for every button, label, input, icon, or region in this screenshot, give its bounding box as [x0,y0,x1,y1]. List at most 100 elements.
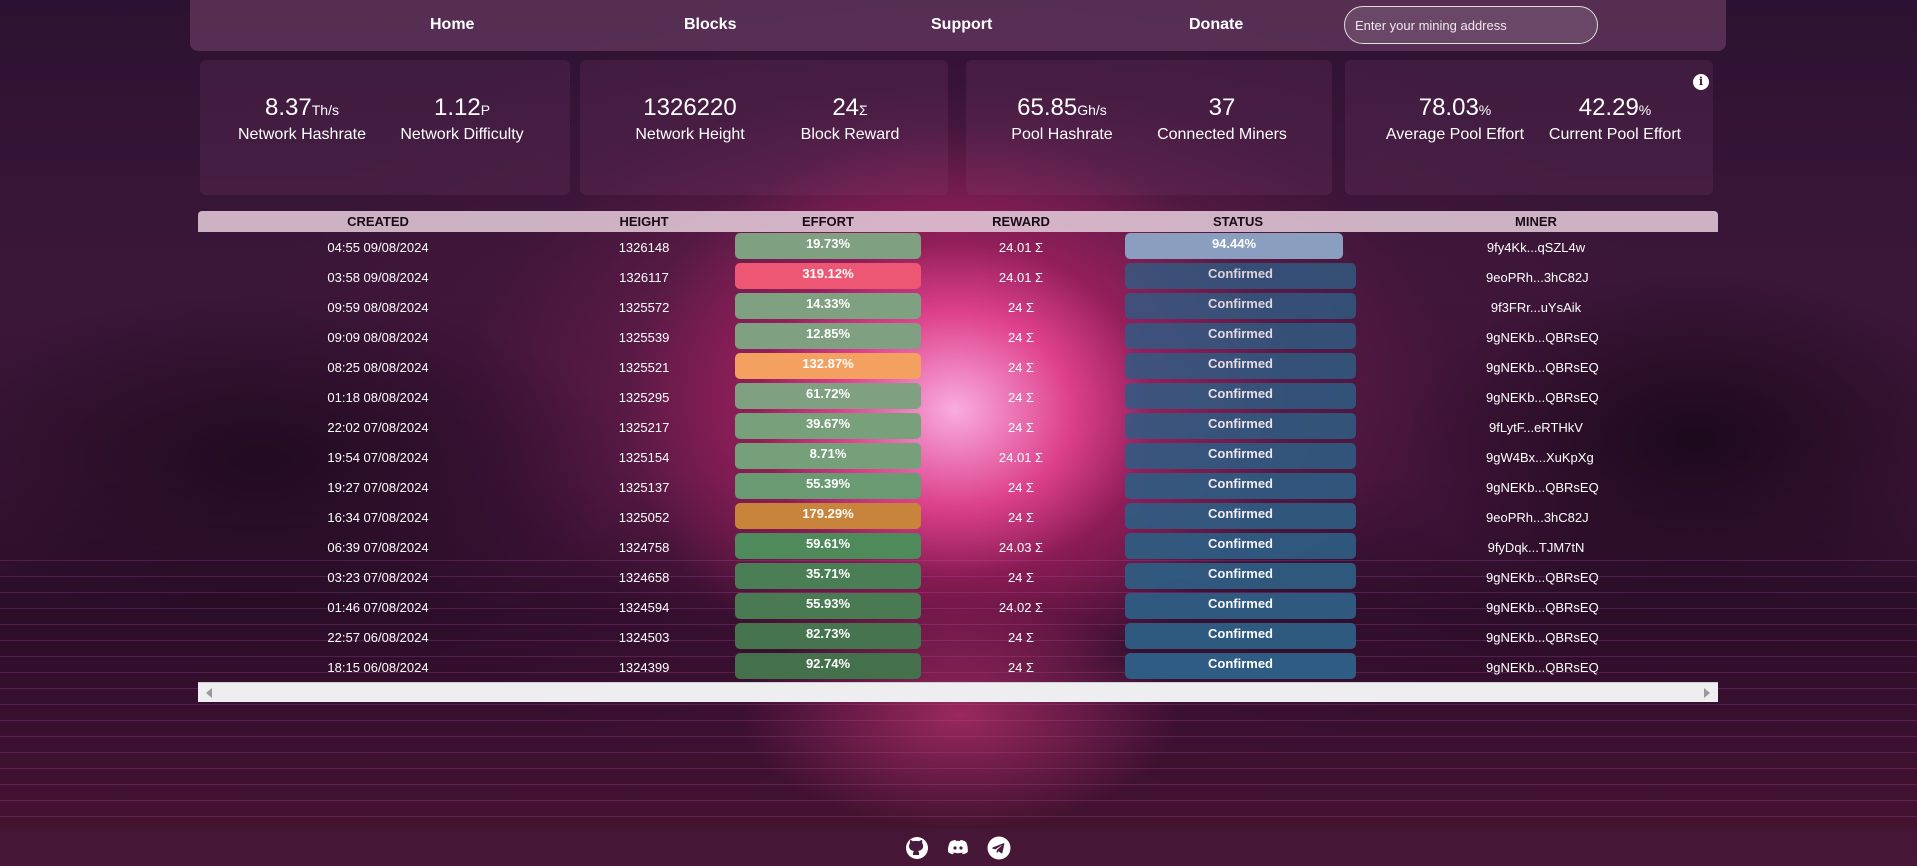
cell-effort: 61.72% [735,383,921,409]
horizontal-scrollbar[interactable] [198,682,1718,702]
cell-miner[interactable]: 9gNEKb...QBRsEQ [1486,390,1599,405]
info-icon[interactable]: i [1693,74,1709,90]
cell-reward: 24.01 Σ [998,270,1044,285]
header-effort[interactable]: EFFORT [778,214,878,229]
cell-miner[interactable]: 9gNEKb...QBRsEQ [1486,330,1599,345]
cell-height[interactable]: 1325154 [594,450,694,465]
cell-status: Confirmed [1125,593,1356,619]
stat-pool-hashrate: 65.85Gh/s Pool Hashrate [977,94,1147,144]
cell-miner[interactable]: 9gNEKb...QBRsEQ [1486,570,1599,585]
cell-height[interactable]: 1324503 [594,630,694,645]
cell-height[interactable]: 1325572 [594,300,694,315]
table-row[interactable]: 01:46 07/08/2024 1324594 55.93% 24.02 Σ Conf… [198,592,1718,622]
table-row[interactable]: 03:58 09/08/2024 1326117 319.12% 24.01 Σ Con… [198,262,1718,292]
header-status[interactable]: STATUS [1188,214,1288,229]
cell-reward: 24 Σ [1007,570,1035,585]
cell-height[interactable]: 1324399 [594,660,694,675]
stat-label: Network Hashrate [237,126,367,143]
cell-height[interactable]: 1325539 [594,330,694,345]
stat-label: Block Reward [800,126,900,143]
cell-height[interactable]: 1326117 [594,270,694,285]
github-icon[interactable] [905,836,929,860]
stat-value: 1.12 [433,94,481,121]
telegram-icon[interactable] [987,836,1011,860]
cell-effort: 319.12% [735,263,921,289]
cell-created: 08:25 08/08/2024 [327,360,429,375]
cell-miner[interactable]: 9eoPRh...3hC82J [1486,510,1589,525]
stat-connected-miners: 37 Connected Miners [1137,94,1307,144]
cell-miner[interactable]: 9gNEKb...QBRsEQ [1486,630,1599,645]
cell-created: 16:34 07/08/2024 [327,510,429,525]
cell-height[interactable]: 1326148 [594,240,694,255]
cell-miner[interactable]: 9fy4Kk...qSZL4w [1486,240,1586,255]
cell-effort: 35.71% [735,563,921,589]
table-row[interactable]: 22:57 06/08/2024 1324503 82.73% 24 Σ Confirm… [198,622,1718,652]
table-row[interactable]: 04:55 09/08/2024 1326148 19.73% 24.01 Σ 94.4… [198,232,1718,262]
cell-height[interactable]: 1325052 [594,510,694,525]
cell-effort: 55.39% [735,473,921,499]
cell-miner[interactable]: 9f3FRr...uYsAik [1486,300,1586,315]
cell-status: Confirmed [1125,383,1356,409]
cell-miner[interactable]: 9gW4Bx...XuKpXg [1486,450,1594,465]
cell-miner[interactable]: 9gNEKb...QBRsEQ [1486,480,1599,495]
stat-value: 24 [832,94,860,121]
cell-height[interactable]: 1325521 [594,360,694,375]
table-row[interactable]: 01:18 08/08/2024 1325295 61.72% 24 Σ Confirm… [198,382,1718,412]
cell-miner[interactable]: 9fLytF...eRTHkV [1486,420,1586,435]
mining-address-input[interactable] [1344,6,1598,44]
cell-miner[interactable]: 9eoPRh...3hC82J [1486,270,1589,285]
header-height[interactable]: HEIGHT [594,214,694,229]
stat-value: 8.37 [265,94,312,121]
cell-miner[interactable]: 9gNEKb...QBRsEQ [1486,660,1599,675]
cell-height[interactable]: 1324758 [594,540,694,555]
header-reward[interactable]: REWARD [971,214,1071,229]
cell-effort: 19.73% [735,233,921,259]
cell-height[interactable]: 1325295 [594,390,694,405]
stat-value: 78.03 [1418,94,1479,121]
stat-network-difficulty: 1.12P Network Difficulty [377,94,547,144]
table-row[interactable]: 16:34 07/08/2024 1325052 179.29% 24 Σ Confir… [198,502,1718,532]
cell-created: 01:46 07/08/2024 [327,600,429,615]
cell-effort: 179.29% [735,503,921,529]
cell-created: 22:57 06/08/2024 [327,630,429,645]
nav-support[interactable]: Support [931,16,992,34]
cell-reward: 24 Σ [1007,630,1035,645]
stat-network-hashrate: 8.37Th/s Network Hashrate [217,94,387,144]
cell-status: Confirmed [1125,293,1356,319]
table-row[interactable]: 18:15 06/08/2024 1324399 92.74% 24 Σ Confirm… [198,652,1718,682]
cell-miner[interactable]: 9gNEKb...QBRsEQ [1486,600,1599,615]
table-row[interactable]: 06:39 07/08/2024 1324758 59.61% 24.03 Σ Conf… [198,532,1718,562]
table-row[interactable]: 03:23 07/08/2024 1324658 35.71% 24 Σ Confirm… [198,562,1718,592]
scroll-right-icon[interactable] [1704,688,1710,698]
stat-label: Average Pool Effort [1385,126,1525,143]
cell-miner[interactable]: 9gNEKb...QBRsEQ [1486,360,1599,375]
table-row[interactable]: 22:02 07/08/2024 1325217 39.67% 24 Σ Confirm… [198,412,1718,442]
table-row[interactable]: 19:27 07/08/2024 1325137 55.39% 24 Σ Confirm… [198,472,1718,502]
stat-unit: Gh/s [1077,102,1107,118]
cell-created: 09:59 08/08/2024 [327,300,429,315]
nav-donate[interactable]: Donate [1189,16,1243,34]
cell-miner[interactable]: 9fyDqk...TJM7tN [1486,540,1586,555]
nav-home[interactable]: Home [430,16,474,34]
discord-icon[interactable] [946,836,970,860]
cell-height[interactable]: 1324594 [594,600,694,615]
cell-status: Confirmed [1125,413,1356,439]
table-row[interactable]: 19:54 07/08/2024 1325154 8.71% 24.01 Σ Confi… [198,442,1718,472]
table-row[interactable]: 09:59 08/08/2024 1325572 14.33% 24 Σ Confirm… [198,292,1718,322]
table-row[interactable]: 09:09 08/08/2024 1325539 12.85% 24 Σ Confirm… [198,322,1718,352]
cell-created: 19:27 07/08/2024 [327,480,429,495]
stat-network-height: 1326220 Network Height [605,94,775,144]
scroll-left-icon[interactable] [206,688,212,698]
cell-effort: 39.67% [735,413,921,439]
cell-height[interactable]: 1324658 [594,570,694,585]
header-miner[interactable]: MINER [1486,214,1586,229]
nav-blocks[interactable]: Blocks [684,16,736,34]
cell-status: Confirmed [1125,623,1356,649]
table-row[interactable]: 08:25 08/08/2024 1325521 132.87% 24 Σ Confir… [198,352,1718,382]
cell-height[interactable]: 1325217 [594,420,694,435]
header-created[interactable]: CREATED [278,214,478,229]
stat-unit: % [1478,102,1492,118]
footer [0,828,1917,866]
cell-created: 03:23 07/08/2024 [327,570,429,585]
cell-height[interactable]: 1325137 [594,480,694,495]
